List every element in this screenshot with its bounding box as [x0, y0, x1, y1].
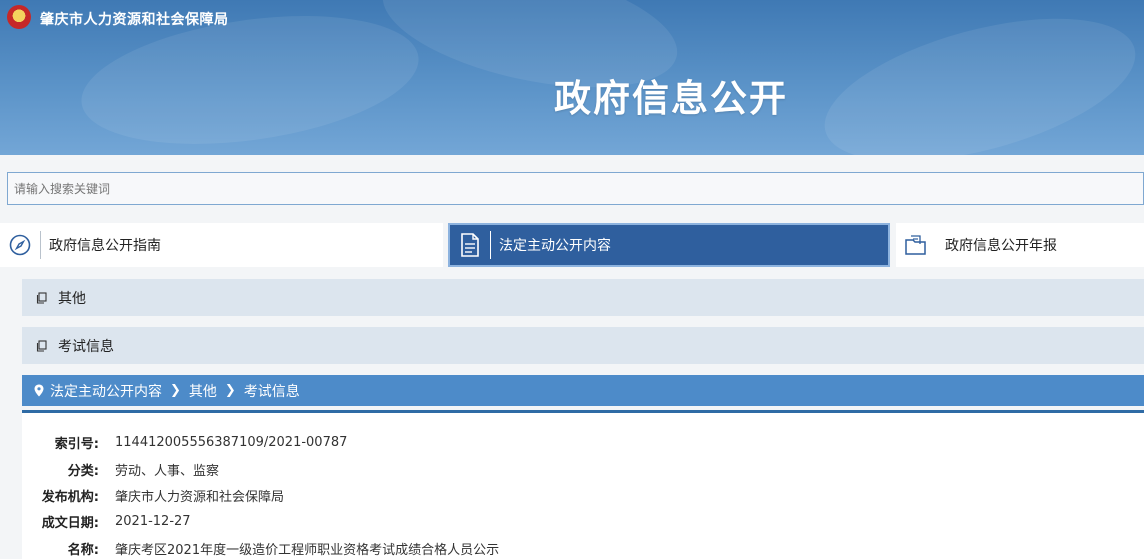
category-other[interactable]: 其他 — [22, 279, 1144, 316]
breadcrumb-item[interactable]: 其他 — [189, 381, 217, 401]
report-folder-icon — [904, 233, 928, 257]
detail-key: 名称: — [67, 542, 99, 558]
page-title: 政府信息公开 — [554, 77, 788, 120]
detail-key: 发布机构: — [41, 489, 99, 505]
detail-value: 肇庆考区2021年度一级造价工程师职业资格考试成绩合格人员公示 — [115, 542, 500, 558]
detail-row-title: 名称: 肇庆考区2021年度一级造价工程师职业资格考试成绩合格人员公示 — [22, 538, 499, 558]
tab-divider — [40, 231, 41, 259]
detail-row-index: 索引号: 114412005556387109/2021-00787 — [22, 432, 348, 452]
detail-row-date: 成文日期: 2021-12-27 — [22, 511, 191, 531]
category-label: 其他 — [58, 290, 86, 307]
detail-value: 肇庆市人力资源和社会保障局 — [115, 489, 285, 505]
tab-disclosure-guide[interactable]: 政府信息公开指南 — [0, 223, 443, 267]
detail-value: 114412005556387109/2021-00787 — [115, 434, 348, 450]
header-banner: 肇庆市人力资源和社会保障局 政府信息公开 — [0, 0, 1144, 155]
location-pin-icon — [34, 384, 44, 397]
copy-icon — [36, 339, 48, 352]
detail-row-publisher: 发布机构: 肇庆市人力资源和社会保障局 — [22, 485, 284, 505]
national-emblem-icon — [7, 5, 31, 29]
detail-panel: 索引号: 114412005556387109/2021-00787 分类: 劳… — [22, 413, 1144, 559]
tab-label: 政府信息公开指南 — [49, 238, 161, 254]
breadcrumb-item[interactable]: 考试信息 — [244, 381, 300, 401]
detail-value: 2021-12-27 — [115, 513, 191, 529]
detail-value: 劳动、人事、监察 — [115, 463, 220, 479]
breadcrumb-item[interactable]: 法定主动公开内容 — [50, 381, 162, 401]
document-icon — [458, 233, 482, 257]
compass-icon — [8, 233, 32, 257]
chevron-right-icon: ❯ — [224, 383, 236, 398]
tab-statutory-content[interactable]: 法定主动公开内容 — [448, 223, 890, 267]
tab-label: 法定主动公开内容 — [499, 238, 611, 254]
tab-divider — [490, 231, 491, 259]
detail-key: 成文日期: — [41, 515, 99, 531]
tab-annual-report[interactable]: 政府信息公开年报 — [896, 223, 1144, 267]
chevron-right-icon: ❯ — [170, 383, 181, 398]
tab-label: 政府信息公开年报 — [945, 238, 1057, 254]
detail-key: 索引号: — [54, 436, 99, 452]
site-name[interactable]: 肇庆市人力资源和社会保障局 — [40, 9, 229, 29]
category-exam-info[interactable]: 考试信息 — [22, 327, 1144, 364]
category-label: 考试信息 — [58, 338, 114, 355]
detail-row-category: 分类: 劳动、人事、监察 — [22, 459, 219, 479]
detail-key: 分类: — [67, 463, 99, 479]
search-input[interactable] — [7, 172, 1144, 205]
copy-icon — [36, 291, 48, 304]
breadcrumb: 法定主动公开内容 ❯ 其他 ❯ 考试信息 — [22, 375, 1144, 406]
banner-decoration — [809, 0, 1144, 155]
tab-bar: 政府信息公开指南 法定主动公开内容 政府信息公开年报 — [0, 223, 1144, 267]
